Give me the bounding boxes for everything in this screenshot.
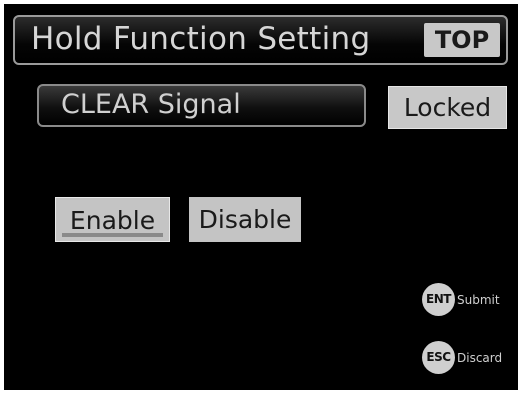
- discard-label: Discard: [457, 350, 503, 365]
- enable-button[interactable]: Enable: [55, 197, 170, 242]
- parameter-field[interactable]: CLEAR Signal: [37, 84, 366, 127]
- lock-status-button[interactable]: Locked: [388, 86, 507, 129]
- top-button[interactable]: TOP: [424, 23, 500, 57]
- ent-key-icon[interactable]: ENT: [422, 283, 455, 316]
- discard-key-hint[interactable]: ESC Discard: [422, 341, 502, 374]
- submit-key-hint[interactable]: ENT Submit: [422, 283, 500, 316]
- title-bar: Hold Function Setting TOP: [13, 15, 508, 65]
- parameter-name: CLEAR Signal: [61, 89, 241, 120]
- submit-label: Submit: [457, 292, 500, 307]
- device-screen: Hold Function Setting TOP CLEAR Signal L…: [4, 4, 518, 390]
- page-title: Hold Function Setting: [31, 21, 371, 57]
- disable-button[interactable]: Disable: [189, 197, 301, 242]
- esc-key-icon[interactable]: ESC: [422, 341, 455, 374]
